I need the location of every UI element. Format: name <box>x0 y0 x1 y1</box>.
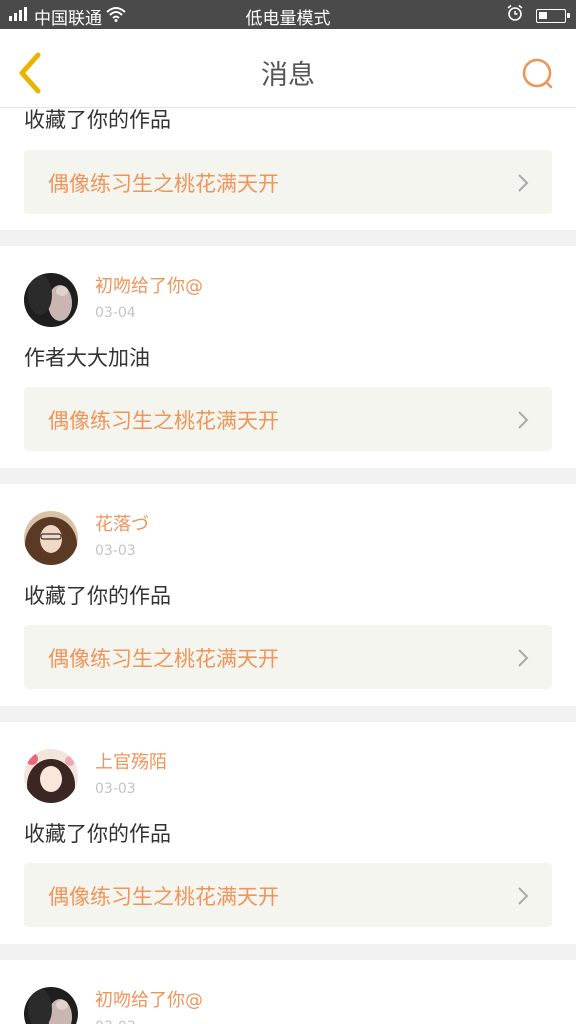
avatar[interactable] <box>24 273 78 327</box>
user-name[interactable]: 初吻给了你@ <box>95 990 203 1012</box>
work-title: 偶像练习生之桃花满天开 <box>48 172 279 196</box>
avatar[interactable] <box>24 987 78 1024</box>
work-title: 偶像练习生之桃花满天开 <box>48 409 279 433</box>
search-button[interactable] <box>518 55 558 95</box>
user-name[interactable]: 初吻给了你@ <box>95 276 203 298</box>
message-text: 收藏了你的作品 <box>24 822 171 846</box>
message-text: 作者大大加油 <box>24 346 150 370</box>
user-name[interactable]: 花落づ <box>95 514 149 536</box>
work-title: 偶像练习生之桃花满天开 <box>48 885 279 909</box>
nav-header: 消息 <box>0 29 576 108</box>
message-card: 初吻给了你@ 03-04 作者大大加油 偶像练习生之桃花满天开 <box>0 246 576 468</box>
status-bar: 中国联通 低电量模式 <box>0 0 576 29</box>
battery-icon <box>536 8 570 23</box>
message-text: 收藏了你的作品 <box>24 584 171 608</box>
message-time: 03-03 <box>95 781 136 797</box>
work-title: 偶像练习生之桃花满天开 <box>48 647 279 671</box>
work-link[interactable]: 偶像练习生之桃花满天开 <box>24 387 552 451</box>
chevron-right-icon <box>518 887 529 905</box>
message-time: 03-03 <box>95 543 136 559</box>
user-row[interactable]: 初吻给了你@ 03-03 <box>24 986 203 1024</box>
message-card: 收藏了你的作品 偶像练习生之桃花满天开 <box>0 108 576 230</box>
user-row[interactable]: 初吻给了你@ 03-04 <box>24 272 203 328</box>
message-time: 03-04 <box>95 305 136 321</box>
battery-level <box>539 11 547 19</box>
chevron-right-icon <box>518 649 529 667</box>
low-power-mode-label: 低电量模式 <box>245 9 331 29</box>
alarm-icon <box>506 4 524 27</box>
chevron-right-icon <box>518 174 529 192</box>
user-row[interactable]: 花落づ 03-03 <box>24 510 149 566</box>
message-time: 03-03 <box>95 1016 203 1024</box>
work-link[interactable]: 偶像练习生之桃花满天开 <box>24 625 552 689</box>
user-name[interactable]: 上官殇陌 <box>95 752 167 774</box>
chevron-right-icon <box>518 411 529 429</box>
message-text: 收藏了你的作品 <box>24 108 171 132</box>
page-title: 消息 <box>261 60 315 91</box>
message-card: 上官殇陌 03-03 收藏了你的作品 偶像练习生之桃花满天开 <box>0 722 576 944</box>
work-link[interactable]: 偶像练习生之桃花满天开 <box>24 150 552 214</box>
message-card: 花落づ 03-03 收藏了你的作品 偶像练习生之桃花满天开 <box>0 484 576 706</box>
search-icon <box>522 58 553 89</box>
avatar[interactable] <box>24 511 78 565</box>
status-right <box>506 4 570 27</box>
work-link[interactable]: 偶像练习生之桃花满天开 <box>24 863 552 927</box>
avatar[interactable] <box>24 749 78 803</box>
message-list[interactable]: 收藏了你的作品 偶像练习生之桃花满天开 初吻给了你@ 03-04 作者大大加油 … <box>0 108 576 1024</box>
user-row[interactable]: 上官殇陌 03-03 <box>24 748 167 804</box>
message-card: 初吻给了你@ 03-03 <box>0 960 576 1024</box>
